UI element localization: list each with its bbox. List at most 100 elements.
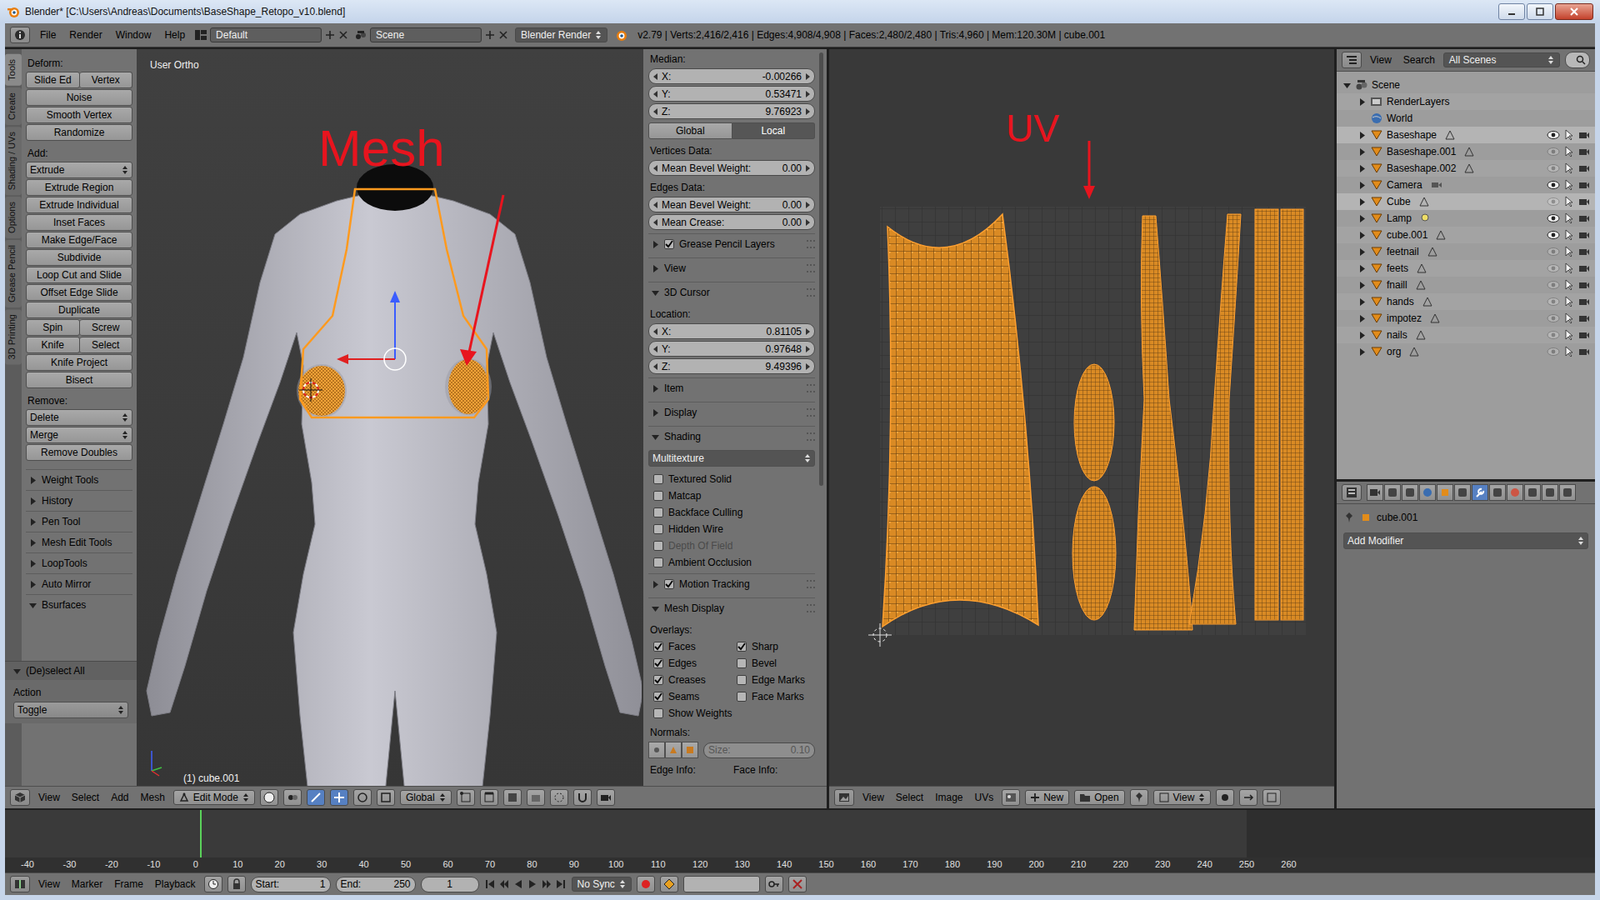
editor-type-button[interactable] [1341, 51, 1362, 69]
remove-icon[interactable] [338, 30, 349, 40]
collapsible-panel[interactable]: Auto Mirror [25, 573, 133, 595]
editor-type-button[interactable] [834, 789, 855, 806]
selectable-arrow-icon[interactable] [1563, 229, 1575, 241]
lock-range-button[interactable] [227, 875, 246, 893]
tool-shelf-tab[interactable]: 3D Printing [5, 309, 22, 365]
visibility-eye-icon[interactable] [1546, 296, 1560, 307]
add-icon[interactable] [485, 30, 495, 40]
increment-icon[interactable] [805, 201, 810, 209]
outliner-row[interactable]: RenderLayers [1336, 93, 1595, 110]
face-normal-button[interactable] [681, 741, 699, 759]
tool-button[interactable]: Offset Edge Slide [25, 284, 133, 301]
renderable-camera-icon[interactable] [1578, 329, 1590, 341]
selectable-arrow-icon[interactable] [1563, 312, 1575, 325]
keying-set-button[interactable] [660, 875, 679, 893]
number-field[interactable]: Mean Crease:0.00 [648, 214, 815, 230]
renderable-camera-icon[interactable] [1578, 245, 1590, 258]
menu-item[interactable]: Help [160, 29, 189, 41]
shading-button[interactable] [260, 789, 279, 806]
disclosure-icon[interactable] [1343, 81, 1351, 90]
renderable-camera-icon[interactable] [1578, 229, 1590, 241]
drag-grip[interactable] [806, 604, 815, 613]
tool-button[interactable]: Loop Cut and Slide [25, 266, 133, 284]
action-dropdown[interactable]: Toggle [13, 701, 129, 719]
decrement-icon[interactable] [653, 219, 659, 226]
editor-type-button[interactable] [10, 875, 30, 893]
editor-type-button[interactable] [10, 789, 30, 806]
panel-header[interactable]: Item [648, 377, 815, 399]
panel-checkbox[interactable] [664, 239, 675, 250]
visibility-eye-icon[interactable] [1546, 130, 1560, 140]
layout-selector[interactable]: Default [195, 27, 349, 43]
menu-item[interactable]: Image [931, 791, 966, 804]
menu-item[interactable]: Render [65, 29, 105, 41]
outliner-row[interactable]: World [1336, 110, 1595, 127]
visibility-eye-icon[interactable] [1546, 213, 1560, 224]
disclosure-icon[interactable] [1358, 98, 1366, 106]
menu-item[interactable]: UVs [971, 791, 998, 804]
occlude-button[interactable] [526, 789, 545, 806]
properties-tab[interactable] [1541, 484, 1559, 501]
uv-island[interactable] [882, 214, 1039, 627]
tool-button[interactable]: Delete [25, 409, 133, 426]
pivot-button[interactable] [1215, 789, 1235, 806]
checkbox-row[interactable]: Textured Solid [648, 471, 815, 487]
record-button[interactable] [636, 875, 655, 893]
properties-tab[interactable] [1506, 484, 1524, 501]
add-icon[interactable] [325, 30, 335, 40]
panel-header[interactable]: 3D Cursor [648, 281, 815, 303]
tool-shelf-tab[interactable]: Create [5, 87, 22, 125]
scene-selector[interactable]: Scene [355, 27, 509, 43]
editor-type-button[interactable] [1341, 484, 1362, 501]
tool-button[interactable]: Merge [25, 426, 133, 444]
editor-type-button[interactable] [10, 26, 30, 44]
play-reverse-icon[interactable] [512, 878, 525, 890]
disclosure-icon[interactable] [1358, 265, 1366, 273]
checkbox-row[interactable]: Creases [648, 672, 732, 688]
collapsible-panel[interactable]: Bsurfaces [25, 594, 133, 615]
menu-item[interactable]: Select [892, 791, 927, 804]
selectable-arrow-icon[interactable] [1563, 295, 1575, 308]
toggle-option[interactable]: Local [732, 122, 816, 140]
orientation-dropdown[interactable]: Global [400, 790, 452, 805]
decrement-icon[interactable] [653, 201, 659, 209]
checkbox-row[interactable]: Edge Marks [731, 672, 815, 688]
end-frame-field[interactable]: End:250 [335, 876, 416, 893]
tool-shelf-tab[interactable]: Options [5, 196, 22, 239]
menu-item[interactable]: View [35, 878, 64, 890]
edge-select-button[interactable] [480, 789, 499, 806]
properties-tab[interactable] [1401, 484, 1419, 501]
number-field[interactable]: Y:0.97648 [648, 340, 815, 357]
checkbox-row[interactable]: Show Weights [648, 705, 815, 721]
body-mesh[interactable] [146, 192, 642, 786]
scale-button[interactable] [376, 789, 395, 806]
renderable-camera-icon[interactable] [1578, 279, 1590, 291]
properties-tab[interactable] [1524, 484, 1541, 501]
tool-button[interactable]: Screw [80, 319, 134, 336]
outliner-row[interactable]: Baseshape.001 [1336, 143, 1595, 160]
increment-icon[interactable] [805, 345, 810, 353]
menu-item[interactable]: View [859, 791, 888, 804]
number-field[interactable]: Mean Bevel Weight:0.00 [648, 160, 815, 176]
decrement-icon[interactable] [653, 108, 659, 115]
disclosure-icon[interactable] [1358, 348, 1366, 356]
toggle-option[interactable]: Global [648, 122, 733, 140]
tool-button[interactable]: Extrude Individual [25, 196, 133, 214]
collapsible-panel[interactable]: Weight Tools [25, 469, 133, 490]
decrement-icon[interactable] [653, 328, 659, 335]
visibility-eye-icon[interactable] [1546, 230, 1560, 240]
outliner-row[interactable]: Camera [1336, 176, 1595, 194]
tool-button[interactable]: Extrude Region [25, 179, 133, 196]
selectable-arrow-icon[interactable] [1563, 262, 1575, 275]
panel-header[interactable]: Display [648, 401, 815, 423]
maximize-button[interactable] [1526, 3, 1554, 20]
menu-item[interactable]: View [35, 791, 64, 804]
2d-cursor[interactable] [868, 623, 892, 647]
properties-tab[interactable] [1436, 484, 1454, 501]
visibility-eye-icon[interactable] [1546, 330, 1560, 340]
checkbox-row[interactable]: Edges [648, 655, 732, 671]
decrement-icon[interactable] [653, 363, 659, 370]
menu-item[interactable]: View [1366, 54, 1395, 66]
panel-header[interactable]: Shading [648, 425, 815, 447]
outliner-row[interactable]: fnaill [1336, 276, 1595, 294]
